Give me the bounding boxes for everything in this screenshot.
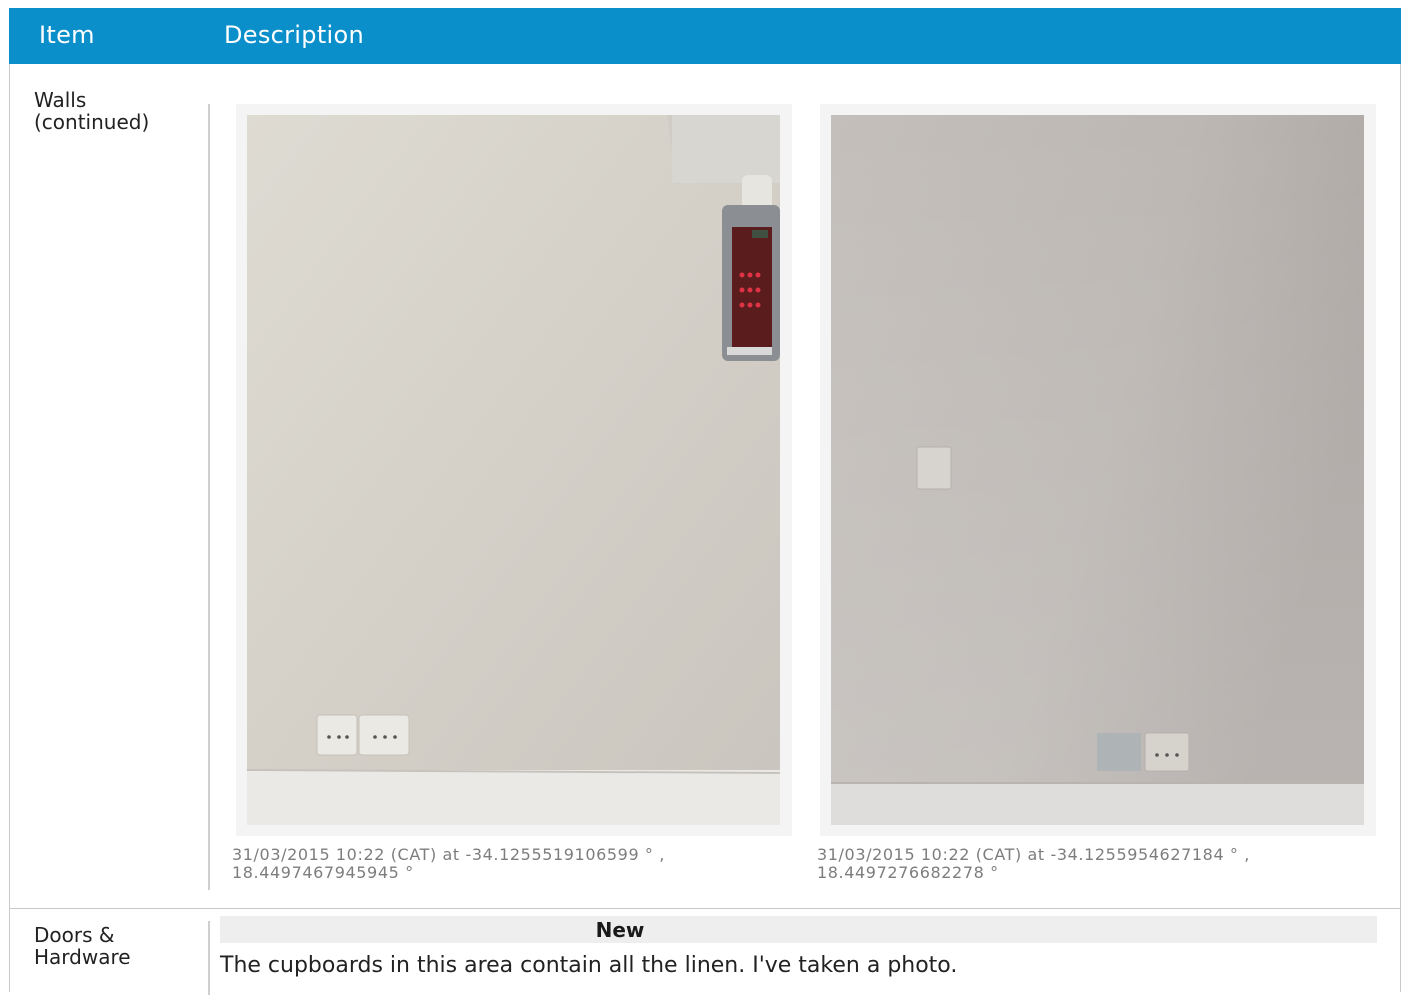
status-bar: New	[220, 916, 1377, 943]
inspection-report-table: Item Description Walls (continued) 31/03…	[9, 8, 1401, 995]
item-label-doors-hardware: Doors & Hardware	[34, 923, 131, 969]
description-note: The cupboards in this area contain all t…	[220, 953, 958, 978]
column-divider	[208, 104, 210, 890]
photo-thumbnail-1[interactable]	[236, 104, 792, 836]
photo-caption-2: 31/03/2015 10:22 (CAT) at -34.1255954627…	[817, 845, 1250, 882]
description-column-header: Description	[224, 21, 364, 49]
status-label: New	[595, 918, 645, 942]
item-column-header: Item	[39, 21, 95, 49]
item-label-walls: Walls (continued)	[34, 88, 150, 134]
wall-photo-1	[247, 115, 780, 825]
column-divider	[208, 921, 210, 995]
table-header: Item Description	[9, 8, 1401, 64]
table-row-doors-hardware: Doors & Hardware New The cupboards in th…	[10, 909, 1400, 995]
table-row-walls: Walls (continued) 31/03/2015 10:22 (CAT)…	[10, 64, 1400, 909]
photo-caption-1: 31/03/2015 10:22 (CAT) at -34.1255519106…	[232, 845, 665, 882]
wall-photo-2	[831, 115, 1364, 825]
photo-thumbnail-2[interactable]	[820, 104, 1376, 836]
